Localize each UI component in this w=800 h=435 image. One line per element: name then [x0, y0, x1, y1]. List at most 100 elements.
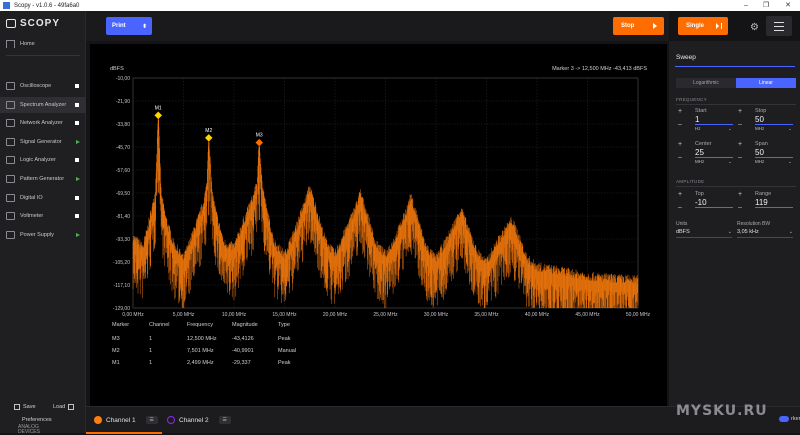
- x-tick-label: 40,00 MHz: [525, 312, 550, 318]
- span-label: Span: [755, 141, 768, 147]
- sidebar-item-power-supply[interactable]: Power Supply: [0, 227, 86, 243]
- status-indicator[interactable]: [75, 102, 79, 107]
- field-underline: [676, 237, 732, 238]
- sidebar-item-signal-generator[interactable]: Signal Generator: [0, 134, 86, 150]
- save-icon: [14, 404, 20, 410]
- tab-channel-1[interactable]: Channel 1 ☰: [94, 412, 158, 428]
- stop-unit[interactable]: MHz: [755, 126, 764, 131]
- preferences-button[interactable]: Preferences: [22, 417, 52, 423]
- decrement-button[interactable]: –: [676, 154, 684, 161]
- span-value[interactable]: 50: [755, 148, 764, 157]
- decrement-button[interactable]: –: [736, 154, 744, 161]
- chevron-down-icon[interactable]: ⌄: [728, 159, 732, 165]
- x-tick-label: 10,00 MHz: [222, 312, 247, 318]
- span-unit[interactable]: MHz: [755, 159, 764, 164]
- load-button[interactable]: Load: [53, 404, 75, 410]
- channel-2-menu-button[interactable]: ☰: [218, 416, 231, 424]
- sidebar-item-label: Logic Analyzer: [20, 157, 56, 164]
- decrement-button[interactable]: –: [676, 121, 684, 128]
- status-indicator[interactable]: [75, 158, 79, 163]
- y-tick-label: -10,00: [116, 76, 130, 82]
- save-button[interactable]: Save: [14, 404, 36, 410]
- markers-button[interactable]: rkers: [779, 416, 800, 422]
- status-indicator[interactable]: [75, 84, 79, 88]
- sidebar-item-pattern-generator[interactable]: Pattern Generator: [0, 171, 86, 187]
- sidebar-item-spectrum-analyzer[interactable]: Spectrum Analyzer: [0, 96, 86, 113]
- x-tick-label: 15,00 MHz: [272, 312, 297, 318]
- stop-value[interactable]: 50: [755, 115, 764, 124]
- resolution-bw-dropdown[interactable]: Resolution BW 3,05 kHz ⌄: [737, 221, 793, 241]
- sidebar-item-voltmeter[interactable]: Voltmeter: [0, 208, 86, 224]
- center-unit[interactable]: MHz: [695, 159, 704, 164]
- decrement-button[interactable]: –: [736, 204, 744, 211]
- stop-label: Stop: [755, 108, 767, 114]
- top-value[interactable]: -10: [695, 198, 707, 207]
- sidebar-item-label: Oscilloscope: [20, 83, 52, 89]
- channel-1-menu-button[interactable]: ☰: [145, 416, 158, 424]
- decrement-button[interactable]: –: [736, 121, 744, 128]
- chevron-down-icon[interactable]: ⌄: [788, 159, 792, 165]
- channel-1-label: Channel 1: [106, 416, 136, 424]
- decrement-button[interactable]: –: [676, 204, 684, 211]
- print-label: Print: [112, 23, 126, 29]
- window-titlebar: Scopy - v1.0.6 - 49fa6a0 – ❐ ✕: [0, 0, 800, 11]
- spectrum-plot[interactable]: -10,00 -21,90 -33,80 -45,70 -57,60 -69,50 -81,…: [90, 44, 667, 322]
- start-frequency-spinbox: + – Start 1 Hz ⌄: [676, 108, 734, 132]
- status-indicator[interactable]: [75, 195, 79, 200]
- print-selector-icon[interactable]: ⬍: [142, 23, 147, 30]
- close-icon[interactable]: ✕: [778, 0, 798, 11]
- linear-option[interactable]: Linear: [736, 78, 796, 88]
- app-icon: [3, 2, 10, 9]
- increment-button[interactable]: +: [676, 191, 684, 198]
- range-value[interactable]: 119: [755, 198, 768, 207]
- y-tick-label: -45,70: [116, 145, 130, 151]
- sidebar-item-oscilloscope[interactable]: Oscilloscope: [0, 78, 86, 94]
- table-cell: 1: [149, 336, 153, 342]
- status-indicator[interactable]: [75, 121, 79, 126]
- status-indicator[interactable]: [75, 214, 79, 219]
- center-value[interactable]: 25: [695, 148, 704, 157]
- single-button[interactable]: Single: [678, 17, 728, 35]
- units-dropdown[interactable]: Units dBFS ⌄: [676, 221, 732, 241]
- markers-toggle[interactable]: [779, 416, 789, 422]
- increment-button[interactable]: +: [676, 141, 684, 148]
- field-underline: [755, 157, 793, 158]
- print-button[interactable]: Print ⬍: [106, 17, 152, 35]
- sidebar-item-network-analyzer[interactable]: Network Analyzer: [0, 115, 86, 131]
- increment-button[interactable]: +: [676, 108, 684, 115]
- logarithmic-option[interactable]: Logarithmic: [676, 78, 736, 88]
- table-cell: Peak: [278, 336, 291, 342]
- sidebar-item-digital-io[interactable]: Digital IO: [0, 190, 86, 206]
- sidebar-item-home[interactable]: Home: [0, 36, 86, 52]
- menu-toggle-button[interactable]: [766, 16, 792, 36]
- stop-button[interactable]: Stop: [613, 17, 664, 35]
- preferences-label: Preferences: [22, 417, 52, 423]
- center-label: Center: [695, 141, 712, 147]
- table-cell: 7,501 MHz: [187, 348, 214, 354]
- run-status-icon[interactable]: [76, 139, 80, 144]
- tab-channel-2[interactable]: Channel 2 ☰: [167, 412, 231, 428]
- gear-icon[interactable]: ⚙: [750, 22, 759, 33]
- window-title: Scopy - v1.0.6 - 49fa6a0: [14, 2, 80, 9]
- y-tick-label: -57,60: [116, 168, 130, 174]
- start-value[interactable]: 1: [695, 115, 699, 124]
- x-tick-label: 25,00 MHz: [373, 312, 398, 318]
- start-label: Start: [695, 108, 707, 114]
- chevron-down-icon[interactable]: ⌄: [788, 126, 792, 132]
- sidebar-item-label: Home: [20, 41, 35, 47]
- app-name: SCOPY: [20, 17, 61, 29]
- increment-button[interactable]: +: [736, 191, 744, 198]
- sidebar-item-logic-analyzer[interactable]: Logic Analyzer: [0, 152, 86, 168]
- chevron-down-icon[interactable]: ⌄: [728, 126, 732, 132]
- run-status-icon[interactable]: [76, 232, 80, 237]
- table-cell: 1: [149, 348, 153, 354]
- start-unit[interactable]: Hz: [695, 126, 701, 131]
- run-status-icon[interactable]: [76, 177, 80, 181]
- panel-title-underline: [675, 66, 795, 67]
- chevron-down-icon: ⌄: [788, 229, 793, 235]
- minimize-icon[interactable]: –: [736, 0, 756, 11]
- table-cell: 12,500 MHz: [187, 336, 217, 342]
- increment-button[interactable]: +: [736, 108, 744, 115]
- increment-button[interactable]: +: [736, 141, 744, 148]
- maximize-icon[interactable]: ❐: [756, 0, 776, 11]
